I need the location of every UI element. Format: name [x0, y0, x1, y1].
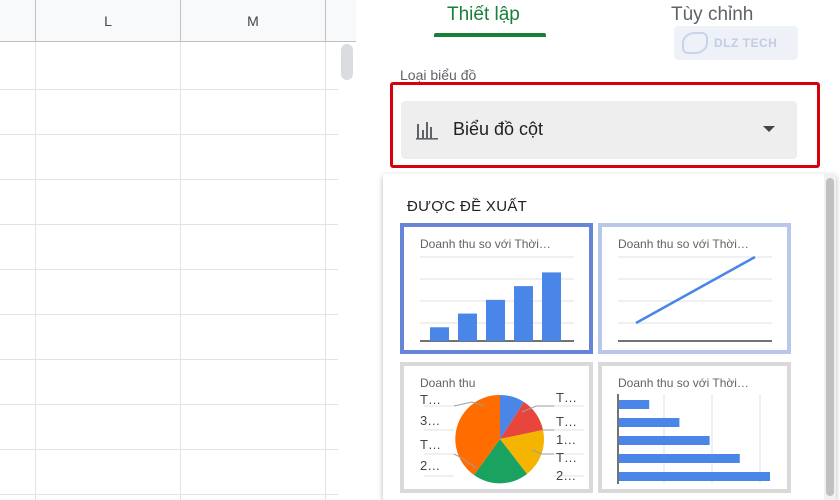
horizontal-bar [619, 436, 710, 445]
row-divider [0, 404, 356, 405]
option-column-chart[interactable]: Doanh thu so với Thời… [400, 223, 593, 354]
logo-icon [682, 32, 708, 54]
row-divider [0, 89, 356, 90]
column-bar [458, 313, 477, 341]
tab-customize[interactable]: Tùy chỉnh [671, 4, 753, 26]
line-series [635, 255, 756, 325]
horizontal-bar [619, 454, 740, 463]
chart-type-dropdown: ĐƯỢC ĐỀ XUẤT Doanh thu so với Thời… Doan… [383, 174, 836, 500]
row-divider [0, 314, 356, 315]
suggested-heading: ĐƯỢC ĐỀ XUẤT [407, 198, 528, 215]
pie-label: T… [556, 414, 577, 429]
pie-label: 2… [556, 468, 577, 483]
horizontal-bar [619, 418, 680, 427]
option-pie-chart[interactable]: Doanh thu T… 3… T… 2… T… T… 1… T… 2… [400, 362, 593, 493]
pie-label: T… [420, 437, 441, 452]
row-divider [0, 179, 356, 180]
tab-setup[interactable]: Thiết lập [447, 4, 520, 26]
option-title: Doanh thu so với Thời… [420, 237, 551, 251]
row-divider [0, 134, 356, 135]
horizontal-bar [619, 472, 770, 481]
chart-type-select[interactable]: Biểu đồ cột [401, 101, 797, 159]
cell-column-m[interactable] [181, 42, 326, 500]
row-divider [0, 449, 356, 450]
pie-label: 2… [420, 458, 441, 473]
watermark-logo: DLZ TECH [674, 26, 798, 60]
cell-column-k[interactable] [0, 42, 36, 500]
cell-column-l[interactable] [36, 42, 181, 500]
dropdown-scrollbar-thumb[interactable] [826, 178, 834, 496]
row-divider [0, 269, 356, 270]
watermark-text: DLZ TECH [714, 36, 778, 50]
caret-down-icon[interactable] [763, 126, 775, 132]
column-bar [486, 299, 505, 341]
column-bar [514, 286, 533, 341]
pie-label: T… [556, 390, 577, 405]
row-divider [0, 359, 356, 360]
horizontal-bar [619, 400, 650, 409]
spreadsheet-grid[interactable]: L M [0, 0, 356, 500]
row-divider [0, 224, 356, 225]
option-title: Doanh thu so với Thời… [618, 237, 749, 251]
column-chart-icon [416, 122, 438, 140]
row-header-corner [0, 0, 36, 42]
column-header-l[interactable]: L [36, 0, 181, 42]
pie-label: 3… [420, 413, 441, 428]
column-bar [430, 327, 449, 341]
active-tab-indicator [434, 33, 546, 37]
screen: L M Thiết lập Tùy chỉnh DLZ TECH Loại bi… [0, 0, 840, 500]
sheet-scrollbar[interactable] [338, 42, 356, 500]
chart-type-label: Loại biểu đồ [400, 67, 477, 83]
pie-label: 1… [556, 432, 577, 447]
chart-type-value: Biểu đồ cột [453, 119, 544, 139]
column-bar [542, 272, 561, 341]
column-header-m[interactable]: M [181, 0, 326, 42]
option-line-chart[interactable]: Doanh thu so với Thời… [598, 223, 791, 354]
option-bar-chart[interactable]: Doanh thu so với Thời… [598, 362, 791, 493]
option-title: Doanh thu [420, 376, 476, 390]
chart-editor-panel: Thiết lập Tùy chỉnh DLZ TECH Loại biểu đ… [356, 0, 840, 500]
option-title: Doanh thu so với Thời… [618, 376, 749, 390]
row-divider [0, 494, 356, 495]
pie-label: T… [420, 392, 441, 407]
pie-label: T… [556, 450, 577, 465]
sheet-scrollbar-thumb[interactable] [341, 44, 353, 80]
column-header-partial[interactable] [326, 0, 356, 42]
